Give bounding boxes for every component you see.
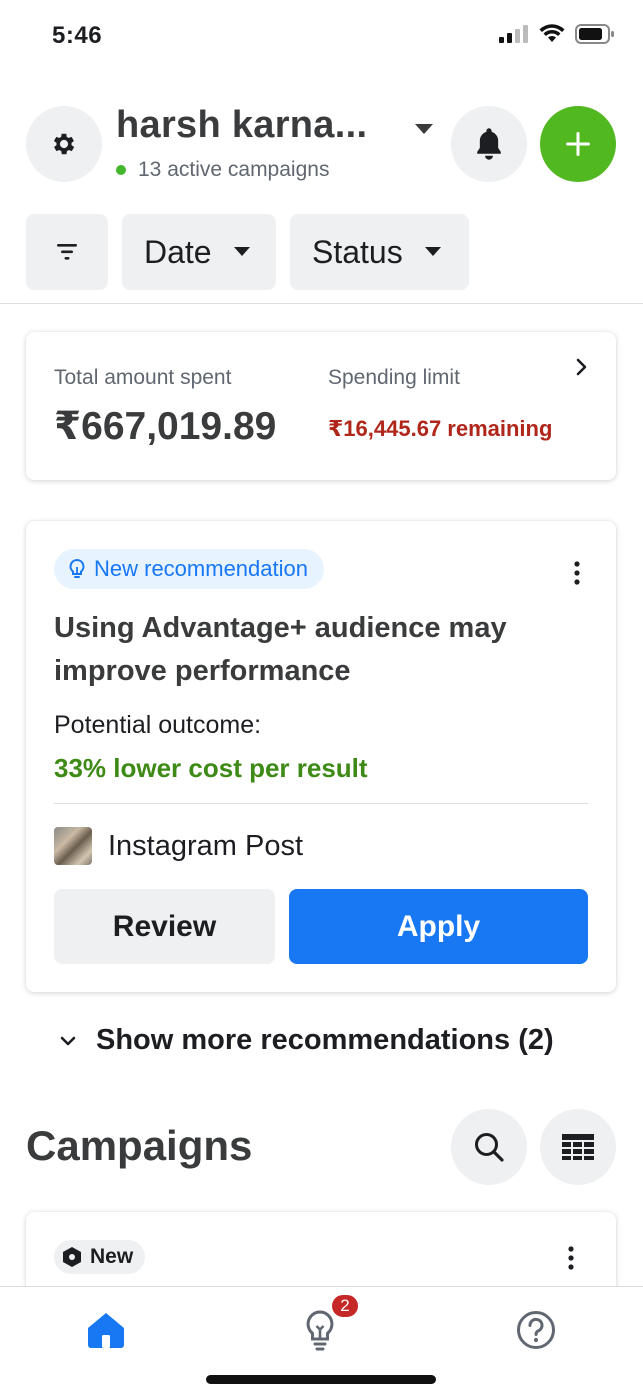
recommendation-card: New recommendation Using Advantage+ audi… xyxy=(26,521,616,992)
new-recommendation-badge: New recommendation xyxy=(54,549,324,589)
more-options-icon[interactable] xyxy=(574,561,580,585)
active-campaigns-text: 13 active campaigns xyxy=(138,158,330,181)
create-button[interactable] xyxy=(540,106,616,182)
bottom-navigation: 2 xyxy=(0,1286,643,1396)
review-button[interactable]: Review xyxy=(54,889,275,964)
total-spent-value: ₹667,019.89 xyxy=(54,405,277,448)
potential-outcome-value: 33% lower cost per result xyxy=(54,753,368,783)
wifi-icon xyxy=(539,24,565,42)
help-icon xyxy=(517,1311,555,1349)
account-name[interactable]: harsh karna... xyxy=(116,104,367,147)
recommendation-ad-item: Instagram Post xyxy=(54,827,303,865)
active-dot-icon xyxy=(116,165,126,175)
spending-summary-card[interactable]: Total amount spent ₹667,019.89 Spending … xyxy=(26,332,616,480)
date-filter-label: Date xyxy=(144,233,212,270)
show-more-recommendations[interactable]: Show more recommendations (2) xyxy=(60,1024,554,1057)
account-header: harsh karna... 13 active campaigns xyxy=(0,100,643,190)
filter-icon xyxy=(57,244,77,260)
signal-icon xyxy=(499,25,528,43)
status-bar: 5:46 xyxy=(0,0,643,76)
caret-down-icon xyxy=(424,247,441,256)
settings-button[interactable] xyxy=(26,106,102,182)
potential-outcome-label: Potential outcome: xyxy=(54,711,262,739)
total-spent-label: Total amount spent xyxy=(54,366,232,389)
recommendation-badge-label: New recommendation xyxy=(94,556,308,581)
post-thumbnail xyxy=(54,827,92,865)
status-filter-dropdown[interactable]: Status xyxy=(290,214,469,290)
bell-icon xyxy=(477,128,501,160)
nav-recommendations[interactable]: 2 xyxy=(290,1293,360,1355)
status-time: 5:46 xyxy=(52,22,103,49)
new-campaign-badge: New xyxy=(54,1240,146,1274)
search-campaigns-button[interactable] xyxy=(451,1109,527,1185)
filter-button[interactable] xyxy=(26,214,108,290)
hexagon-icon xyxy=(63,1247,81,1267)
post-label: Instagram Post xyxy=(108,829,304,862)
home-icon xyxy=(88,1313,124,1348)
table-view-button[interactable] xyxy=(540,1109,616,1185)
recommendation-divider xyxy=(54,803,588,804)
battery-icon xyxy=(575,24,614,44)
caret-down-icon[interactable] xyxy=(414,122,434,136)
spending-limit-label: Spending limit xyxy=(328,366,460,389)
status-filter-label: Status xyxy=(312,233,403,270)
status-icons xyxy=(499,24,615,44)
table-icon xyxy=(562,1134,594,1160)
recommendations-count-badge: 2 xyxy=(330,1293,360,1319)
home-indicator xyxy=(206,1375,436,1384)
gear-icon xyxy=(53,133,75,155)
lightbulb-icon xyxy=(306,1310,334,1351)
nav-help[interactable] xyxy=(506,1305,566,1355)
spending-remaining-value: ₹16,445.67 remaining xyxy=(328,416,553,441)
recommendation-title: Using Advantage+ audience may improve pe… xyxy=(54,612,507,687)
nav-home[interactable] xyxy=(76,1305,136,1355)
apply-button[interactable]: Apply xyxy=(289,889,588,964)
more-options-icon[interactable] xyxy=(568,1246,574,1270)
chevron-down-icon xyxy=(60,1036,76,1045)
active-campaigns-status: 13 active campaigns xyxy=(116,158,329,182)
lightbulb-icon xyxy=(69,558,85,578)
notifications-button[interactable] xyxy=(451,106,527,182)
header-divider xyxy=(0,303,643,304)
chevron-right-icon[interactable] xyxy=(576,358,588,376)
plus-icon xyxy=(566,132,590,156)
new-badge-label: New xyxy=(90,1245,134,1268)
filter-row: Date Status xyxy=(0,214,643,290)
caret-down-icon xyxy=(233,247,250,256)
show-more-label: Show more recommendations (2) xyxy=(96,1024,554,1056)
search-icon xyxy=(475,1133,504,1162)
campaigns-heading: Campaigns xyxy=(26,1122,253,1169)
date-filter-dropdown[interactable]: Date xyxy=(122,214,276,290)
